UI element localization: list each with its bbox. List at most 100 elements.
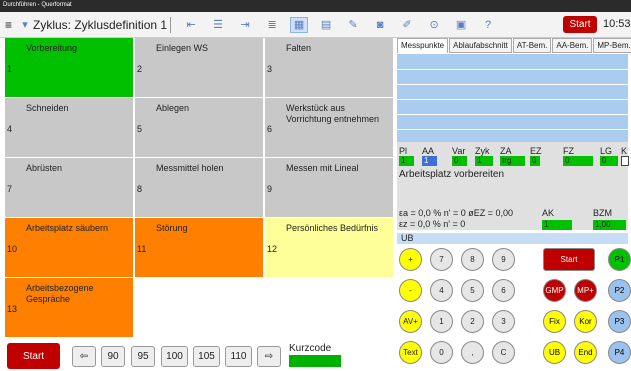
right-panel: Messpunkte Ablaufabschnitt AT-Bem. AA-Bem. M… xyxy=(395,38,631,371)
p3-button[interactable]: P3 xyxy=(608,310,631,333)
activity-tile-11[interactable]: Störung 11 xyxy=(135,218,263,277)
arrow-left-icon[interactable]: ⇦ xyxy=(72,346,96,367)
measurement-grid[interactable] xyxy=(397,54,628,142)
tile-number: 6 xyxy=(267,124,273,134)
activity-tile-6[interactable]: Werkstück aus Vorrichtung entnehmen 6 xyxy=(265,98,393,157)
start-button[interactable]: Start xyxy=(543,248,595,271)
activity-tile-9[interactable]: Messen mit Lineal 9 xyxy=(265,158,393,217)
activity-tiles: Vorbereitung 1 Einlegen WS 2 Falten 3 Schneide… xyxy=(5,38,393,340)
col-value[interactable]: 1 xyxy=(399,156,414,166)
ub-button[interactable]: UB xyxy=(543,341,566,364)
grid-icon[interactable]: ▦ xyxy=(290,16,309,33)
col-header: K xyxy=(621,146,628,156)
toolbar-start-button[interactable]: Start xyxy=(563,16,597,33)
activity-tile-4[interactable]: Schneiden 4 xyxy=(5,98,133,157)
list-right-icon[interactable]: ⇥ xyxy=(236,17,254,33)
col-value[interactable]: 0 xyxy=(563,156,593,166)
start-button[interactable]: Start xyxy=(7,343,60,369)
col-value[interactable]: 0 xyxy=(452,156,467,166)
activity-tile-2[interactable]: Einlegen WS 2 xyxy=(135,38,263,97)
keypad-key[interactable]: C xyxy=(492,341,515,364)
cycle-selector[interactable]: Zyklus: Zyklusdefinition 1 xyxy=(33,18,167,32)
keypad-key[interactable]: - xyxy=(399,279,422,302)
keypad-key[interactable]: 7 xyxy=(430,248,453,271)
tab-0[interactable]: Messpunkte xyxy=(397,38,449,53)
help-icon[interactable]: ? xyxy=(479,17,497,33)
speed-95-button[interactable]: 95 xyxy=(131,346,155,367)
tab-2[interactable]: AT-Bem. xyxy=(512,38,552,53)
keypad-key[interactable]: 6 xyxy=(492,279,515,302)
indent-left-icon[interactable]: ⇤ xyxy=(182,17,200,33)
keypad-key[interactable]: 3 xyxy=(492,310,515,333)
activity-tile-3[interactable]: Falten 3 xyxy=(265,38,393,97)
bzm-value: 1,00 xyxy=(593,220,626,230)
bzm-label: BZM xyxy=(593,208,612,218)
window-icon[interactable]: ▣ xyxy=(452,17,470,33)
activity-tile-5[interactable]: Ablegen 5 xyxy=(135,98,263,157)
p1-button[interactable]: P1 xyxy=(608,248,631,271)
grid-row-line xyxy=(397,99,628,100)
activity-tile-12[interactable]: Persönliches Bedürfnis 12 xyxy=(265,218,393,277)
keypad-key[interactable]: 9 xyxy=(492,248,515,271)
p2-button[interactable]: P2 xyxy=(608,279,631,302)
col-header: Var xyxy=(452,146,466,156)
keypad-key[interactable]: 5 xyxy=(461,279,484,302)
search-icon[interactable]: ⊙ xyxy=(425,17,443,33)
kurzcode-input[interactable] xyxy=(289,355,341,367)
epsilon-z-readout: εz = 0,0 % n' = 0 xyxy=(399,219,466,229)
keypad-key[interactable]: 0 xyxy=(430,341,453,364)
keypad: +7 8 9 -4 5 6 AV+ 1 2 3 Text 0, C Start P1 GMP MP+ P2 Fix K… xyxy=(395,245,631,371)
pen-icon[interactable]: ✐ xyxy=(398,17,416,33)
col-value[interactable]: 0 xyxy=(600,156,618,166)
activity-tile-13[interactable]: Arbeitsbezogene Gespräche 13 xyxy=(5,278,133,337)
speed-110-button[interactable]: 110 xyxy=(225,346,252,367)
keypad-key[interactable]: 8 xyxy=(461,248,484,271)
tab-1[interactable]: Ablaufabschnitt xyxy=(449,38,512,53)
activity-tile-10[interactable]: Arbeitsplatz säubern 10 xyxy=(5,218,133,277)
col-value[interactable]: 1 xyxy=(475,156,493,166)
keypad-key[interactable]: 4 xyxy=(430,279,453,302)
tile-number: 9 xyxy=(267,184,273,194)
keypad-key[interactable]: 1 xyxy=(430,310,453,333)
tile-label: Werkstück aus Vorrichtung entnehmen xyxy=(286,103,380,124)
kor-button[interactable]: Kor xyxy=(574,310,597,333)
menu-icon[interactable]: ≡ xyxy=(5,18,19,32)
camera-icon[interactable]: ◙ xyxy=(371,17,389,33)
tab-4[interactable]: MP-Bem. xyxy=(593,38,631,53)
activity-tile-7[interactable]: Abrüsten 7 xyxy=(5,158,133,217)
chevron-down-icon[interactable]: ▾ xyxy=(21,17,29,33)
col-value[interactable]: 0 xyxy=(530,156,540,166)
tile-number: 8 xyxy=(137,184,143,194)
keypad-key[interactable]: AV+ xyxy=(399,310,422,333)
activity-tile-1[interactable]: Vorbereitung 1 xyxy=(5,38,133,97)
end-button[interactable]: End xyxy=(574,341,597,364)
activity-tile-8[interactable]: Messmittel holen 8 xyxy=(135,158,263,217)
tile-label: Messen mit Lineal xyxy=(286,163,359,173)
col-value[interactable]: trg xyxy=(500,156,525,166)
grid-row-line xyxy=(397,69,628,70)
tile-label: Falten xyxy=(286,43,312,53)
fix-button[interactable]: Fix xyxy=(543,310,566,333)
speed-100-button[interactable]: 100 xyxy=(161,346,188,367)
keypad-key[interactable]: + xyxy=(399,248,422,271)
keypad-key[interactable]: 2 xyxy=(461,310,484,333)
tab-3[interactable]: AA-Bem. xyxy=(552,38,593,53)
toolbar: ≡ ▾ Zyklus: Zyklusdefinition 1 ⇤ ☰ ⇥ ≣ ▦… xyxy=(0,12,631,38)
speed-90-button[interactable]: 90 xyxy=(101,346,125,367)
col-header: LG xyxy=(600,146,613,156)
speed-105-button[interactable]: 105 xyxy=(193,346,220,367)
arrow-right-icon[interactable]: ⇨ xyxy=(257,346,281,367)
tile-label: Vorbereitung xyxy=(26,43,78,53)
list-icon[interactable]: ☰ xyxy=(209,17,227,33)
p4-button[interactable]: P4 xyxy=(608,341,631,364)
lines-icon[interactable]: ≣ xyxy=(263,17,281,33)
edit-icon[interactable]: ✎ xyxy=(344,17,362,33)
keypad-key[interactable]: , xyxy=(461,341,484,364)
keypad-key[interactable]: Text xyxy=(399,341,422,364)
book-icon[interactable]: ▤ xyxy=(317,17,335,33)
col-value[interactable] xyxy=(621,156,629,166)
col-value[interactable]: 1 xyxy=(422,156,437,166)
mpplus-button[interactable]: MP+ xyxy=(574,279,597,302)
tile-number: 7 xyxy=(7,184,13,194)
gmp-button[interactable]: GMP xyxy=(543,279,566,302)
